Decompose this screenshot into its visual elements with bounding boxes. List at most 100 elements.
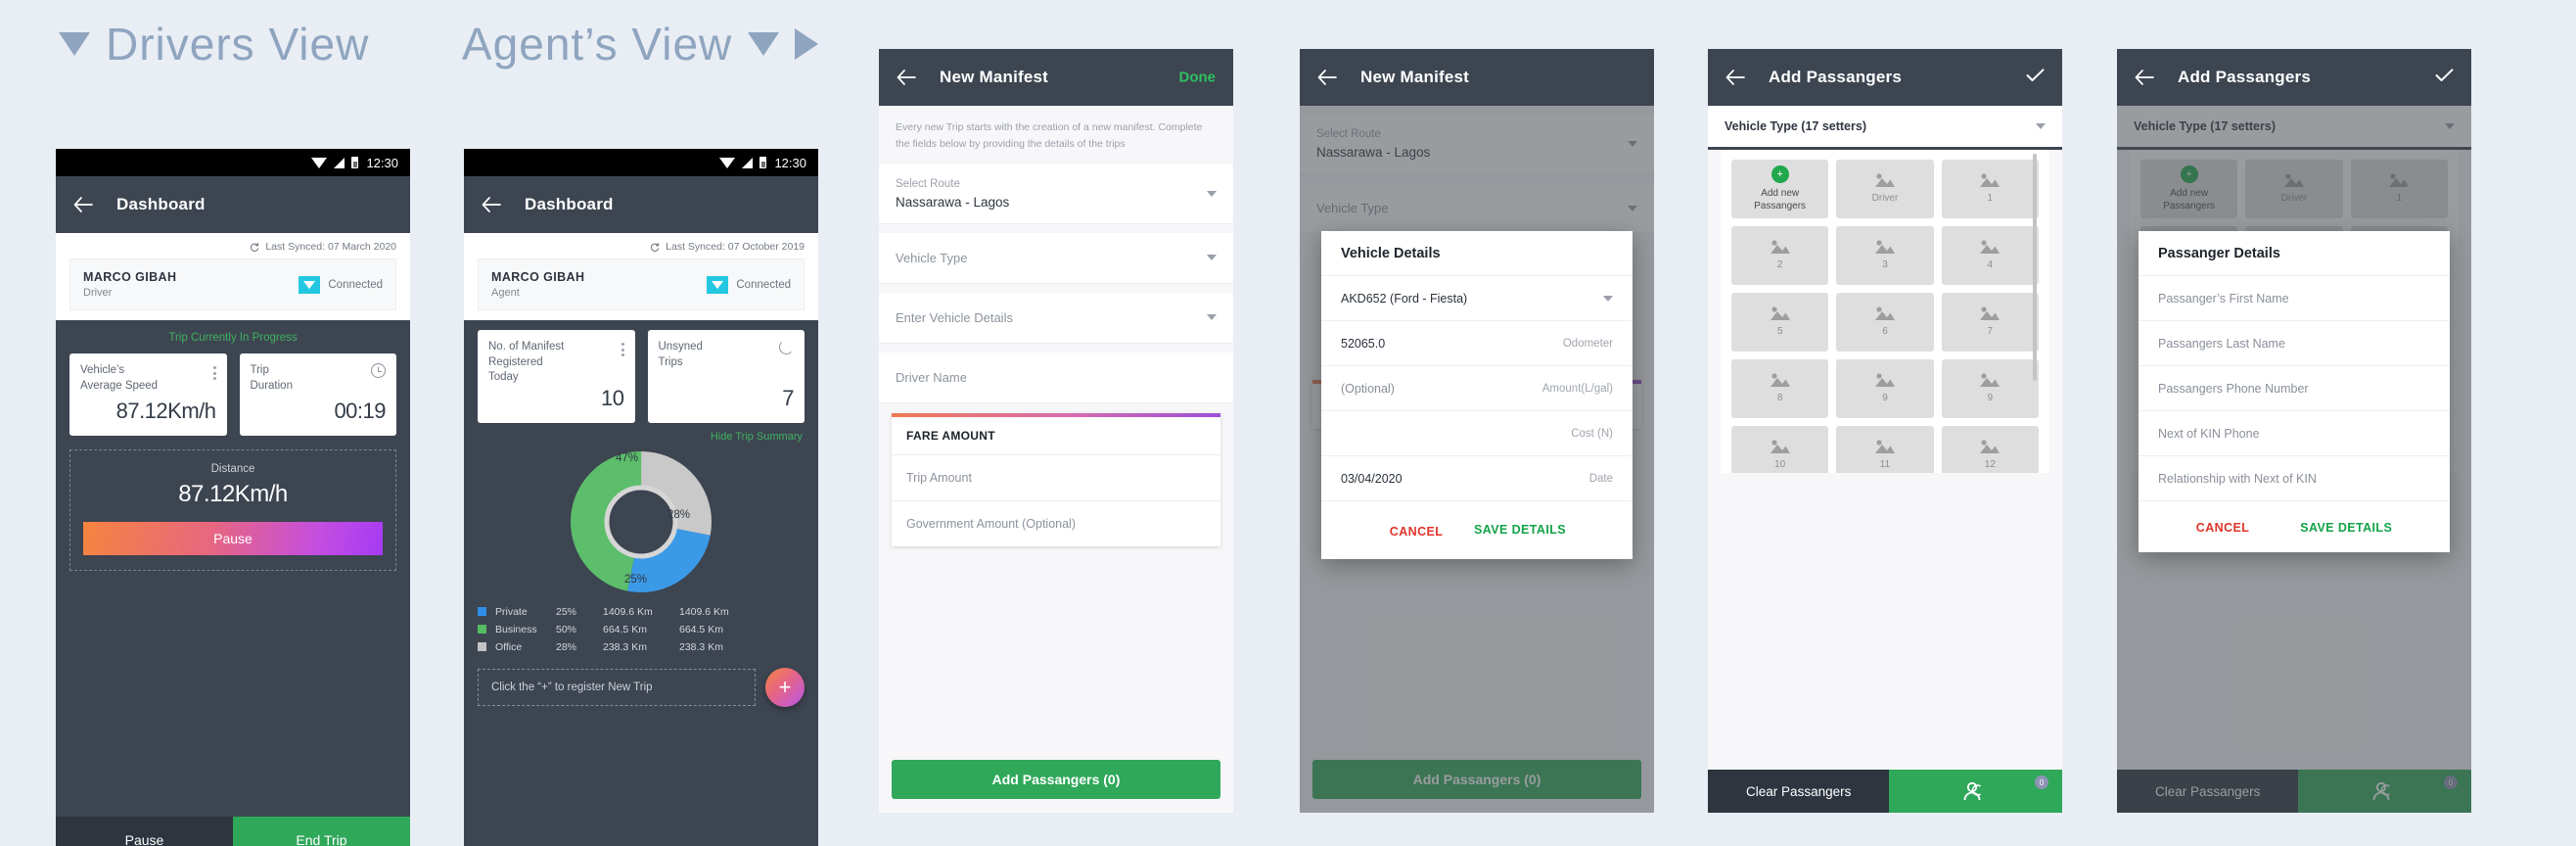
add-trip-fab[interactable]: + (765, 667, 805, 707)
end-trip-button[interactable]: End Trip (233, 817, 410, 846)
seat-tile[interactable]: 6 (1836, 293, 1934, 352)
field-government-amount[interactable]: Government Amount (Optional) (892, 501, 1220, 546)
vehicle-type-select[interactable]: Vehicle Type (17 setters) (1708, 106, 2062, 150)
back-arrow-icon[interactable] (1725, 70, 1745, 85)
field-last-name[interactable]: Passangers Last Name (2139, 320, 2450, 365)
legend-name: Business (495, 623, 537, 635)
add-passengers-button[interactable]: Add Passangers (0) (892, 760, 1220, 799)
chevron-down-icon[interactable] (1603, 295, 1613, 302)
cancel-button[interactable]: CANCEL (1388, 523, 1445, 541)
kebab-menu-icon[interactable] (212, 363, 216, 380)
cancel-button[interactable]: CANCEL (2196, 521, 2249, 535)
add-new-passenger-tile[interactable]: + Add new Passangers (1731, 160, 1829, 218)
stat-card-avg-speed[interactable]: Vehicle’s Average Speed 87.12Km/h (69, 353, 227, 436)
donut-label-business: 47% (616, 451, 639, 464)
dialog-field-label: Cost (N) (1571, 427, 1613, 440)
donut-label-office: 28% (667, 508, 691, 521)
phone-driver-dashboard: 12:30 Dashboard Last Synced: 07 March 20… (56, 149, 410, 846)
status-bar-time: 12:30 (366, 155, 398, 170)
image-placeholder-icon (1874, 306, 1896, 321)
pause-gradient-button[interactable]: Pause (83, 522, 383, 555)
chevron-down-icon[interactable] (1207, 314, 1217, 321)
seat-tile[interactable]: 8 (1731, 359, 1829, 418)
seat-tile[interactable]: 3 (1836, 226, 1934, 285)
field-phone-number[interactable]: Passangers Phone Number (2139, 365, 2450, 410)
sync-text: Last Synced: 07 March 2020 (265, 241, 396, 253)
new-trip-row: Click the “+” to register New Trip + (478, 656, 805, 721)
legend-km-b: 1409.6 Km (679, 605, 729, 618)
seat-tile[interactable]: 9 (1836, 359, 1934, 418)
seat-label: Driver (1871, 193, 1899, 205)
field-vehicle-details[interactable]: Enter Vehicle Details (879, 292, 1233, 344)
caption-drivers-view: Drivers View (59, 18, 369, 70)
back-arrow-icon[interactable] (482, 197, 501, 212)
confirm-check-icon[interactable] (2026, 69, 2045, 87)
seat-tile[interactable]: 12 (1941, 426, 2039, 473)
dialog-field-cost[interactable]: Cost (N) (1321, 410, 1633, 455)
grid-scrollbar[interactable] (2033, 154, 2037, 381)
passenger-count-button[interactable]: 0 (1889, 770, 2062, 813)
status-bar-time: 12:30 (774, 155, 806, 170)
field-trip-amount[interactable]: Trip Amount (892, 455, 1220, 501)
stat-card-unsynced[interactable]: Unsyned Trips 7 (647, 330, 805, 423)
seat-tile[interactable]: 4 (1941, 226, 2039, 285)
field-select-route[interactable]: Select Route Nassarawa - Lagos (879, 164, 1233, 224)
field-next-of-kin-phone[interactable]: Next of KIN Phone (2139, 410, 2450, 455)
agent-summary-section: No. of Manifest Registered Today 10 Unsy… (464, 320, 818, 846)
confirm-check-icon[interactable] (2435, 69, 2454, 87)
app-bar-title: Dashboard (525, 195, 614, 213)
triangle-down-icon (59, 32, 90, 56)
field-vehicle-type[interactable]: Vehicle Type (879, 232, 1233, 284)
legend-km-a: 1409.6 Km (603, 605, 653, 618)
clear-passengers-button[interactable]: Clear Passangers (1708, 770, 1890, 813)
save-details-button[interactable]: SAVE DETAILS (1474, 523, 1566, 541)
done-button[interactable]: Done (1179, 70, 1217, 86)
battery-icon (351, 157, 359, 168)
dialog-field-vehicle[interactable]: AKD652 (Ford - Fiesta) (1321, 275, 1633, 320)
user-role: Agent (491, 287, 520, 299)
dialog-field-odometer[interactable]: 52065.0 Odometer (1321, 320, 1633, 365)
seat-tile[interactable]: 2 (1731, 226, 1829, 285)
field-kin-relationship[interactable]: Relationship with Next of KIN (2139, 455, 2450, 500)
kebab-menu-icon[interactable] (621, 340, 624, 356)
passenger-bottom-bar: Clear Passangers 0 (1708, 770, 2062, 813)
seat-tile[interactable]: 5 (1731, 293, 1829, 352)
dialog-title: Vehicle Details (1341, 246, 1441, 261)
back-arrow-icon[interactable] (897, 70, 916, 85)
caption-label: Agent’s View (462, 19, 733, 70)
chevron-down-icon[interactable] (1207, 190, 1217, 197)
back-arrow-icon[interactable] (1317, 70, 1337, 85)
seat-label: 12 (1984, 459, 1996, 471)
passenger-details-dialog: Passanger Details Passanger’s First Name… (2139, 231, 2450, 552)
seat-tile[interactable]: 7 (1941, 293, 2039, 352)
seat-tile[interactable]: 9 (1941, 359, 2039, 418)
pause-button[interactable]: Pause (56, 817, 233, 846)
back-arrow-icon[interactable] (73, 197, 93, 212)
field-label: Select Route (896, 177, 960, 190)
seat-tile[interactable]: Driver (1836, 160, 1934, 218)
hide-trip-summary-link[interactable]: Hide Trip Summary (478, 423, 805, 443)
field-placeholder: Enter Vehicle Details (896, 309, 1013, 325)
trip-summary-donut-chart: 47% 28% 25% (568, 448, 714, 595)
stat-card-trip-duration[interactable]: Trip Duration 00:19 (239, 353, 396, 436)
seat-tile[interactable]: 1 (1941, 160, 2039, 218)
status-bar: 12:30 (56, 149, 410, 176)
stat-card-manifests[interactable]: No. of Manifest Registered Today 10 (478, 330, 635, 423)
dialog-field-amount[interactable]: (Optional) Amount(L/gal) (1321, 365, 1633, 410)
field-first-name[interactable]: Passanger’s First Name (2139, 275, 2450, 320)
back-arrow-icon[interactable] (2135, 70, 2154, 85)
dialog-field-date[interactable]: 03/04/2020 Date (1321, 455, 1633, 500)
seat-tile[interactable]: 11 (1836, 426, 1934, 473)
field-driver-name[interactable]: Driver Name (879, 352, 1233, 403)
chevron-down-icon[interactable] (1207, 255, 1217, 261)
save-details-button[interactable]: SAVE DETAILS (2300, 521, 2392, 535)
seat-label: 1 (1987, 193, 1994, 205)
sync-row: Last Synced: 07 October 2019 (478, 241, 805, 258)
image-placeholder-icon (1979, 372, 2001, 388)
signal-icon (742, 157, 754, 168)
dialog-field-label: Odometer (1562, 337, 1613, 350)
seat-tile[interactable]: 10 (1731, 426, 1829, 473)
chevron-down-icon[interactable] (2036, 123, 2046, 129)
dialog-title: Passanger Details (2158, 246, 2280, 261)
wifi-icon (311, 157, 328, 168)
